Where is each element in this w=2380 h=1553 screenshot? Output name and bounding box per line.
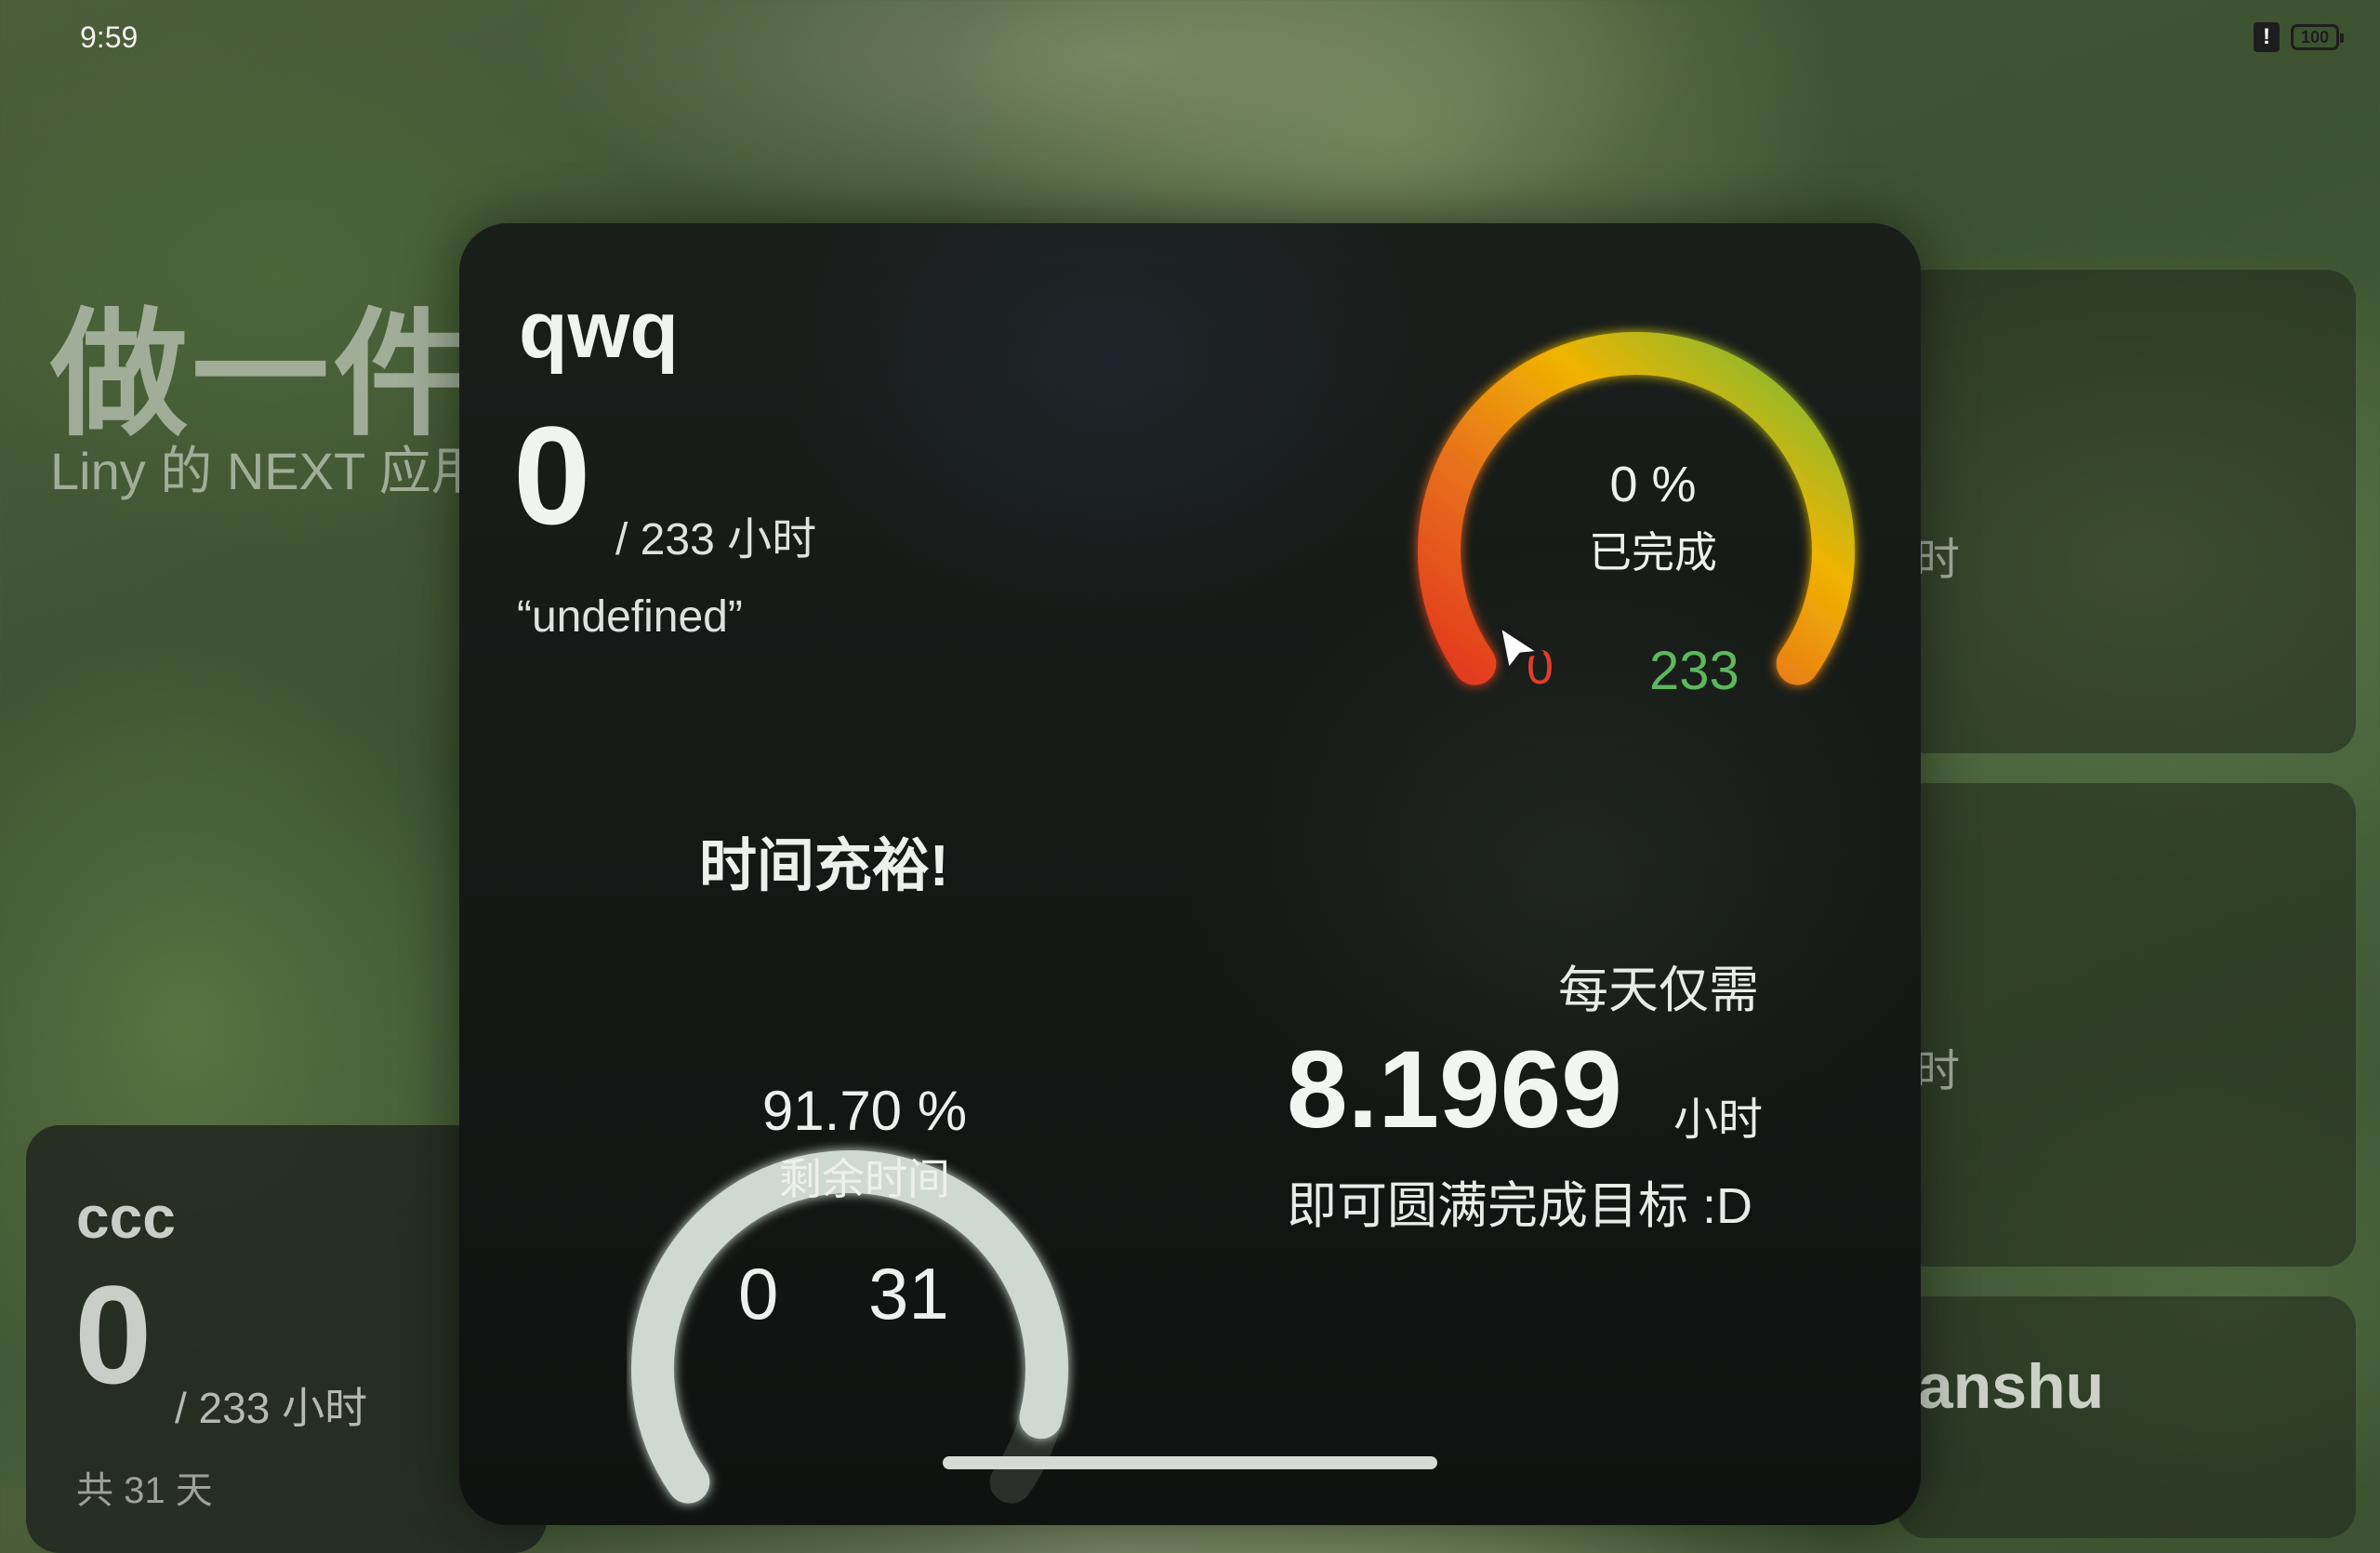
- battery-icon: 100: [2291, 24, 2344, 50]
- goal-target-unit: / 233 小时: [615, 515, 817, 564]
- alert-icon: !: [2254, 22, 2280, 52]
- time-status: 时间充裕!: [699, 834, 949, 898]
- time-gauge-percent: 91.70 %: [761, 1080, 968, 1142]
- goal-card-ccc-name: ccc: [76, 1184, 176, 1251]
- daily-label: 每天仅需: [1558, 962, 1759, 1018]
- time-gauge-min: 0: [738, 1253, 779, 1334]
- status-time: 9:59: [80, 20, 139, 54]
- time-gauge-max: 31: [868, 1253, 949, 1334]
- goal-card-right-1[interactable]: [1897, 270, 2356, 753]
- progress-gauge-percent: 0 %: [1609, 457, 1697, 512]
- page-subtitle: Liny 的 NEXT 应用: [50, 442, 483, 500]
- goal-card-ccc-days: 共 31 天: [76, 1470, 213, 1511]
- goal-card-right-3-name: ianshu: [1900, 1351, 2105, 1422]
- time-gauge-label: 剩余时间: [779, 1155, 950, 1203]
- daily-footer: 即可圆满完成目标 :D: [1287, 1178, 1753, 1234]
- pointer-cursor-icon: [1496, 622, 1544, 674]
- goal-card-right-2-unit: 时: [1915, 1047, 1961, 1096]
- progress-gauge-max: 233: [1649, 641, 1739, 701]
- home-indicator[interactable]: [943, 1456, 1437, 1469]
- daily-unit: 小时: [1673, 1095, 1764, 1145]
- progress-gauge-label: 已完成: [1589, 528, 1717, 577]
- daily-value: 8.1969: [1287, 1029, 1622, 1151]
- goal-name: qwq: [519, 285, 679, 375]
- goal-quote: “undefined”: [517, 592, 743, 642]
- goal-card-ccc-unit: / 233 小时: [175, 1384, 368, 1432]
- goal-progress-value: 0: [513, 397, 591, 553]
- time-gauge: [631, 1150, 1068, 1504]
- goal-detail-card[interactable]: qwq 0 / 233 小时 “undefined” 0 % 已完成 0 233…: [459, 223, 1921, 1525]
- status-icons: ! 100: [2254, 22, 2344, 52]
- goal-card-right-2[interactable]: [1897, 783, 2356, 1267]
- goal-card-ccc-value: 0: [74, 1256, 152, 1413]
- time-gauge-arc: [631, 1150, 1068, 1504]
- goal-card-right-1-unit: 时: [1915, 536, 1961, 585]
